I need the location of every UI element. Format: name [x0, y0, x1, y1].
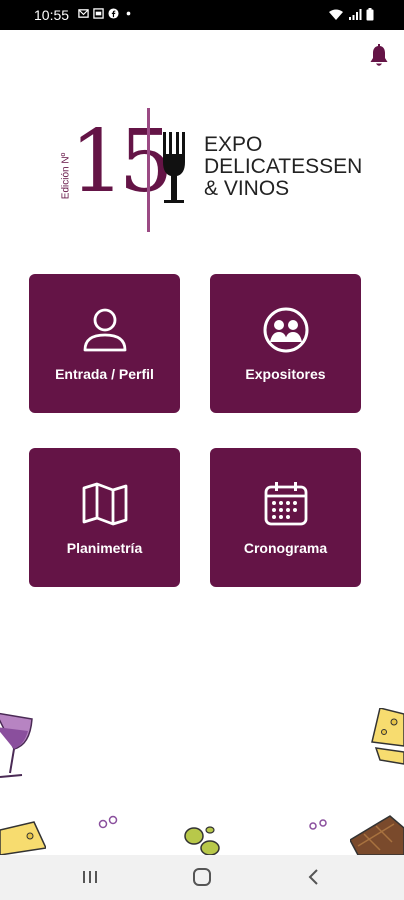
tile-planimetria[interactable]: Planimetría [29, 448, 180, 587]
chocolate-illustration [350, 815, 404, 855]
recent-apps-icon[interactable] [78, 867, 102, 887]
event-title-line: EXPO [204, 133, 263, 156]
notification-icons [78, 8, 134, 19]
cheese-illustration [371, 708, 404, 765]
wifi-icon [329, 9, 343, 20]
home-icon[interactable] [190, 867, 214, 887]
tile-label: Planimetría [66, 540, 143, 556]
tile-label: Entrada / Perfil [55, 366, 154, 382]
user-icon [83, 308, 126, 352]
fork-icon [163, 132, 185, 203]
tile-cronograma[interactable]: Cronograma [210, 448, 361, 587]
cheese-wedge-illustration [0, 821, 46, 855]
tile-label: Expositores [245, 366, 326, 382]
calendar-icon [264, 482, 307, 526]
map-icon [82, 482, 127, 526]
logo-divider [147, 108, 150, 232]
signal-icon [349, 8, 362, 20]
event-logo: Edición Nº 15 EXPO DELICATESSEN & VINOS [58, 108, 362, 232]
bell-icon[interactable] [368, 44, 390, 68]
tile-expositores[interactable]: Expositores [210, 274, 361, 413]
facebook-icon [108, 8, 119, 19]
mail-icon [78, 9, 89, 18]
dots-decoration [98, 815, 118, 829]
event-title-line: & VINOS [204, 177, 290, 200]
event-title-line: DELICATESSEN [204, 155, 363, 178]
gallery-icon [93, 8, 104, 19]
wine-glass-illustration [0, 712, 33, 778]
tile-entrada-perfil[interactable]: Entrada / Perfil [29, 274, 180, 413]
olives-illustration [184, 826, 220, 855]
status-bar: 10:55 [0, 0, 404, 30]
battery-icon [366, 8, 374, 21]
people-circle-icon [263, 307, 308, 353]
dots-decoration [309, 819, 327, 830]
system-icons [328, 8, 374, 21]
status-time: 10:55 [34, 7, 70, 23]
tile-label: Cronograma [243, 540, 328, 556]
dot-icon [126, 11, 131, 16]
system-navigation-bar [0, 855, 404, 900]
event-title: EXPO DELICATESSEN & VINOS [204, 134, 362, 200]
back-icon[interactable] [302, 867, 326, 887]
edition-number: 15 [70, 112, 173, 212]
